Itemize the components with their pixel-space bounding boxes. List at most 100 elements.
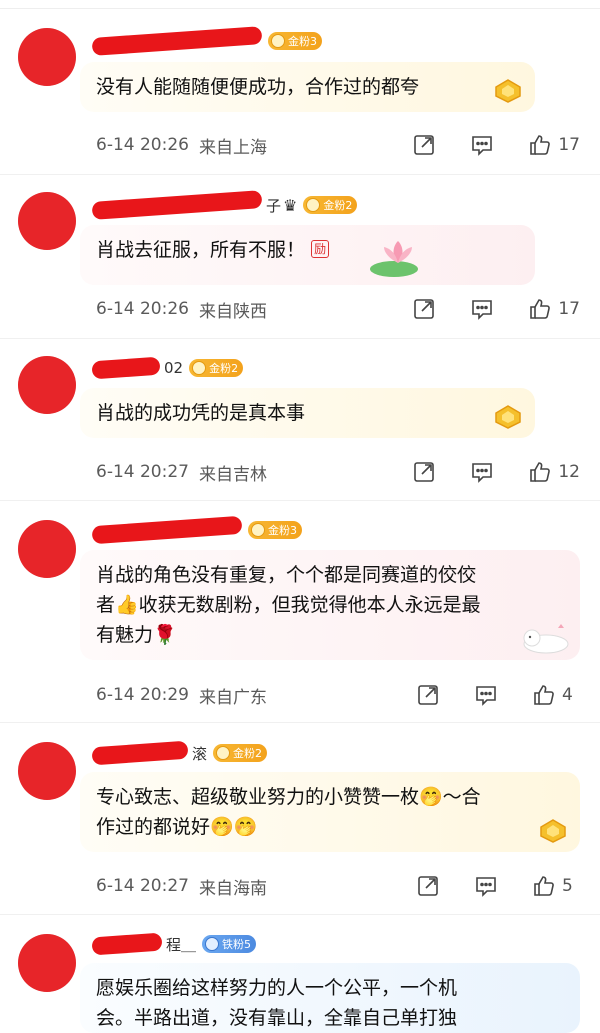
fan-badge[interactable]: 金粉2 [189,359,244,377]
username-tail: 程＿ [166,935,197,954]
comment-text-line: 作过的都说好🤭🤭 [96,816,258,838]
comment-text: 专心致志、超级敬业努力的小赞赞一枚🤭～合 作过的都说好🤭🤭 [80,772,580,852]
comment-meta: 6-14 20:26 来自上海 17 [96,130,580,160]
avatar[interactable] [18,28,76,86]
fan-badge-icon [271,34,285,48]
comment-meta: 6-14 20:27 来自吉林 12 [96,457,580,487]
comment-meta: 6-14 20:26 来自陕西 17 [96,294,580,324]
avatar[interactable] [18,356,76,414]
comment-text: 没有人能随随便便成功，合作过的都夸 [80,62,535,112]
comment-meta: 6-14 20:29 来自广东 4 [96,680,580,710]
like-button[interactable]: 17 [528,133,580,157]
like-button[interactable]: 4 [532,683,580,707]
like-count: 4 [562,685,573,705]
like-button[interactable]: 5 [532,874,580,898]
like-button[interactable]: 17 [528,297,580,321]
username-tail: 滚 [192,744,208,763]
fan-badge-icon [216,746,231,760]
divider [0,722,600,723]
avatar[interactable] [18,934,76,992]
divider [0,338,600,339]
share-icon [414,462,435,482]
divider [0,500,600,501]
cheer-sticker-icon: 励 [311,240,330,258]
comment-text-content: 肖战去征服，所有不服！ [96,239,306,261]
fan-badge-icon [306,198,321,212]
comment-text-line: 专心致志、超级敬业努力的小赞赞一枚🤭～合 [96,786,481,808]
avatar[interactable] [18,520,76,578]
username-redacted [91,515,243,545]
username-row[interactable]: 程＿ 铁粉5 [91,931,257,957]
share-button[interactable] [412,133,436,157]
thumbs-up-icon [534,685,554,705]
fan-badge[interactable]: 铁粉5 [202,935,257,953]
comment-location: 来自上海 [198,137,267,158]
gold-badge-decoration-icon [540,819,566,843]
comment-time: 6-14 20:27 [96,876,189,896]
comment-text: 肖战的成功凭的是真本事 [80,388,535,438]
thumbs-up-icon [534,876,554,896]
username-redacted [91,932,163,956]
comment-icon [472,136,493,156]
reply-button[interactable] [474,874,498,898]
reply-button[interactable] [470,297,494,321]
comment-time: 6-14 20:26 [96,135,189,155]
gold-badge-decoration-icon [495,405,521,429]
comment-time: 6-14 20:26 [96,299,189,319]
thumbs-up-icon [530,135,551,155]
like-button[interactable]: 12 [528,460,580,484]
top-divider [0,8,600,9]
comment-location: 来自广东 [198,687,267,708]
comment-icon [472,300,493,320]
reply-button[interactable] [470,133,494,157]
fan-badge[interactable]: 金粉3 [268,32,322,50]
share-button[interactable] [412,460,436,484]
comment-meta: 6-14 20:27 来自海南 5 [96,871,580,901]
thumbs-up-icon [530,299,551,319]
fan-badge[interactable]: 金粉2 [303,196,358,214]
fan-badge-icon [192,361,207,375]
username-redacted [91,190,263,220]
username-tail: 02 [164,359,184,377]
comment-icon [476,686,496,706]
reply-button[interactable] [474,683,498,707]
username-tail: 子 [266,196,282,215]
avatar[interactable] [18,192,76,250]
share-icon [414,135,435,155]
share-button[interactable] [416,874,440,898]
comment-text-content: 没有人能随随便便成功，合作过的都夸 [96,76,420,98]
gold-badge-decoration-icon [495,79,521,103]
comment-text-line: 愿娱乐圈给这样努力的人一个公平，一个机 [96,977,458,999]
fan-badge[interactable]: 金粉3 [248,521,302,539]
fan-badge[interactable]: 金粉2 [213,744,268,762]
username-redacted [91,26,263,56]
username-redacted [91,356,161,380]
avatar[interactable] [18,742,76,800]
comment-text-line: 会。半路出道，没有靠山，全靠自己单打独 [96,1007,458,1029]
share-icon [418,876,438,896]
comment-text: 愿娱乐圈给这样努力的人一个公平，一个机 会。半路出道，没有靠山，全靠自己单打独 [80,963,580,1033]
username-row[interactable]: 02 金粉2 [91,355,244,381]
username-row[interactable]: 金粉3 [91,515,302,545]
comment-location: 来自海南 [198,878,267,899]
comment-location: 来自吉林 [198,464,267,485]
comment-text-line: 肖战的角色没有重复，个个都是同赛道的佼佼 [96,564,477,586]
share-button[interactable] [412,297,436,321]
comment-icon [476,877,496,897]
comment-text-content: 肖战的成功凭的是真本事 [96,402,306,424]
comment-icon [472,463,493,483]
username-row[interactable]: 滚 金粉2 [91,740,268,766]
thumbs-up-icon [530,462,551,482]
comment-text-line: 有魅力🌹 [96,624,177,646]
share-button[interactable] [416,683,440,707]
reply-button[interactable] [470,460,494,484]
divider [0,914,600,915]
username-row[interactable]: 金粉3 [91,26,322,56]
lotus-sticker-icon [370,241,418,277]
comment-text: 肖战去征服，所有不服！ 励 [80,225,535,285]
fan-badge-icon [205,937,220,951]
username-row[interactable]: 子 ♛ 金粉2 [91,190,358,220]
comment-text-line: 者👍收获无数剧粉，但我觉得他本人永远是最 [96,594,481,616]
like-count: 12 [558,462,580,482]
share-icon [414,299,435,319]
